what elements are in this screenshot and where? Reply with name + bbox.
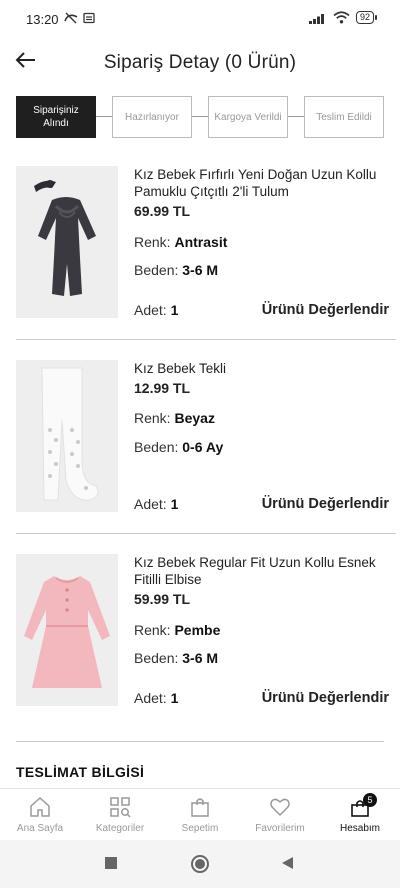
product-name[interactable]: Kız Bebek Fırfırlı Yeni Doğan Uzun Kollu… (134, 166, 389, 200)
nav-account[interactable]: 5 Hesabım (320, 789, 400, 840)
product-name[interactable]: Kız Bebek Regular Fit Uzun Kollu Esnek F… (134, 554, 389, 588)
order-status-stepper: Siparişiniz Alındı Hazırlanıyor Kargoya … (16, 96, 384, 138)
product-item: Kız Bebek Regular Fit Uzun Kollu Esnek F… (16, 554, 389, 709)
step-delivered: Teslim Edildi (304, 96, 384, 138)
nav-cart[interactable]: Sepetim (160, 789, 240, 840)
circle-icon (191, 855, 209, 873)
status-bar: 13:20 92 (0, 0, 400, 34)
product-name[interactable]: Kız Bebek Tekli (134, 360, 389, 377)
product-color: Renk: Pembe (134, 622, 221, 638)
step-shipped: Kargoya Verildi (208, 96, 288, 138)
product-item: Kız Bebek Tekli 12.99 TL Renk: Beyaz Bed… (16, 360, 389, 515)
back-system-button[interactable] (280, 856, 294, 875)
step-connector (192, 116, 208, 117)
bottom-nav: Ana Sayfa Kategoriler Sepetim Favorileri… (0, 788, 400, 840)
delivery-info-title: TESLİMAT BİLGİSİ (16, 764, 145, 780)
nav-home[interactable]: Ana Sayfa (0, 789, 80, 840)
rate-product-button[interactable]: Ürünü Değerlendir (262, 496, 389, 512)
product-price: 69.99 TL (134, 203, 191, 219)
rate-product-button[interactable]: Ürünü Değerlendir (262, 690, 389, 706)
product-size: Beden: 0-6 Ay (134, 439, 224, 455)
wifi-icon (333, 11, 350, 24)
recent-apps-button[interactable] (104, 856, 118, 875)
product-price: 59.99 TL (134, 591, 191, 607)
account-badge: 5 (363, 793, 377, 807)
categories-icon (110, 797, 131, 818)
nav-cart-label: Sepetim (181, 823, 219, 834)
product-image[interactable] (16, 166, 118, 318)
product-color: Renk: Beyaz (134, 410, 215, 426)
notification-icon (83, 12, 95, 24)
step-connector (96, 116, 112, 117)
product-image[interactable] (16, 554, 118, 706)
mute-call-icon (64, 12, 78, 24)
nav-home-label: Ana Sayfa (16, 823, 64, 834)
nav-account-label: Hesabım (339, 823, 380, 834)
nav-favorites[interactable]: Favorilerim (240, 789, 320, 840)
product-color: Renk: Antrasit (134, 234, 228, 250)
nav-categories-label: Kategoriler (95, 823, 145, 834)
step-preparing: Hazırlanıyor (112, 96, 192, 138)
nav-favorites-label: Favorilerim (255, 823, 305, 834)
dress-image (16, 554, 118, 706)
rate-product-button[interactable]: Ürünü Değerlendir (262, 302, 389, 318)
page-title: Sipariş Detay (0 Ürün) (103, 52, 297, 73)
system-nav-bar (0, 840, 400, 888)
nav-categories[interactable]: Kategoriler (80, 789, 160, 840)
signal-icon (308, 13, 324, 24)
step-order-received: Siparişiniz Alındı (16, 96, 96, 138)
bag-icon (191, 798, 209, 817)
triangle-back-icon (282, 857, 293, 869)
product-price: 12.99 TL (134, 380, 191, 396)
divider (16, 339, 396, 340)
header: Sipariş Detay (0 Ürün) (0, 34, 400, 90)
tights-image (16, 360, 118, 512)
step-connector (288, 116, 304, 117)
product-quantity: Adet: 1 (134, 302, 179, 318)
product-size: Beden: 3-6 M (134, 262, 219, 278)
product-item: Kız Bebek Fırfırlı Yeni Doğan Uzun Kollu… (16, 166, 389, 321)
home-system-button[interactable] (190, 854, 210, 879)
divider (16, 741, 384, 742)
heart-icon (270, 798, 290, 816)
home-icon (30, 797, 50, 817)
product-image[interactable] (16, 360, 118, 512)
product-size: Beden: 3-6 M (134, 650, 219, 666)
product-quantity: Adet: 1 (134, 496, 179, 512)
romper-image (16, 166, 118, 318)
square-icon (105, 857, 117, 869)
product-quantity: Adet: 1 (134, 690, 179, 706)
status-time: 13:20 (26, 12, 59, 27)
divider (16, 533, 396, 534)
battery-indicator: 92 (355, 11, 378, 24)
